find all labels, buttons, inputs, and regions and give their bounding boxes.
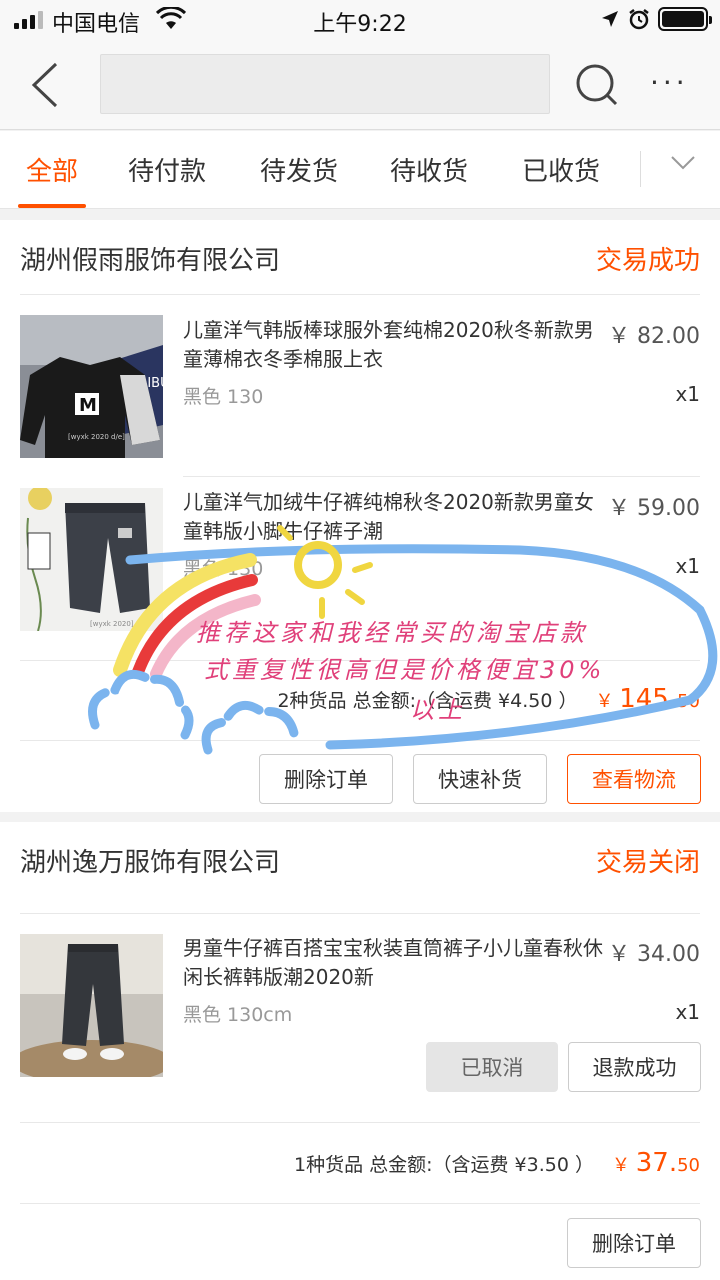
alarm-icon xyxy=(629,9,649,30)
search-icon[interactable] xyxy=(574,62,620,108)
product-name[interactable]: 儿童洋气加绒牛仔裤纯棉秋冬2020新款男童女童韩版小脚牛仔裤子潮 xyxy=(183,488,603,546)
product-spec: 黑色 130 xyxy=(183,558,264,580)
divider xyxy=(20,913,700,914)
tab-divider xyxy=(640,151,641,187)
cancelled-button[interactable]: 已取消 xyxy=(426,1042,558,1092)
quick-restock-button[interactable]: 快速补货 xyxy=(413,754,547,804)
tab-pending-payment[interactable]: 待付款 xyxy=(128,151,206,188)
product-spec: 黑色 130cm xyxy=(183,1004,293,1026)
delete-order-button[interactable]: 删除订单 xyxy=(259,754,393,804)
order-status: 交易成功 xyxy=(595,246,700,276)
search-input[interactable] xyxy=(100,54,550,114)
order-total: 1种货品 总金额:（含运费 ¥3.50 ） ￥ 37.50 xyxy=(294,1148,700,1178)
order-card: 湖州假雨服饰有限公司 交易成功 MALIBU M [wyxk 2020 d/e]… xyxy=(0,220,720,812)
view-logistics-button[interactable]: 查看物流 xyxy=(567,754,701,804)
nav-bar: ··· xyxy=(0,40,720,130)
product-qty: x1 xyxy=(675,382,700,406)
tab-received[interactable]: 已收货 xyxy=(522,151,600,188)
divider xyxy=(20,740,700,741)
shop-name[interactable]: 湖州逸万服饰有限公司 xyxy=(20,842,280,879)
order-summary: 2种货品 总金额:（含运费 ¥4.50 ） xyxy=(277,690,578,712)
total-integer: 37. xyxy=(635,1148,678,1178)
total-amount: ￥ 145.50 xyxy=(595,684,700,714)
product-qty: x1 xyxy=(675,554,700,578)
tab-pending-shipment[interactable]: 待发货 xyxy=(260,151,338,188)
divider xyxy=(20,1122,700,1123)
order-total: 2种货品 总金额:（含运费 ¥4.50 ） ￥ 145.50 xyxy=(277,684,700,714)
svg-text:[wyxk 2020 d/e]: [wyxk 2020 d/e] xyxy=(68,433,125,441)
divider xyxy=(20,660,700,661)
total-amount: ￥ 37.50 xyxy=(612,1148,700,1178)
svg-text:M: M xyxy=(79,395,97,416)
product-image-jacket[interactable]: MALIBU M [wyxk 2020 d/e] xyxy=(20,315,163,458)
order-summary: 1种货品 总金额:（含运费 ¥3.50 ） xyxy=(293,1154,594,1176)
divider xyxy=(20,1203,700,1204)
tab-all[interactable]: 全部 xyxy=(26,151,78,188)
back-icon[interactable] xyxy=(26,62,66,108)
product-qty: x1 xyxy=(675,1000,700,1024)
total-decimal: 50 xyxy=(677,1155,700,1176)
currency-symbol: ￥ xyxy=(612,1155,630,1176)
chevron-down-icon[interactable] xyxy=(670,155,696,171)
refund-success-button[interactable]: 退款成功 xyxy=(568,1042,701,1092)
status-bar: 中国电信 上午9:22 xyxy=(0,0,720,40)
divider xyxy=(20,294,700,295)
product-price: ￥ 34.00 xyxy=(608,942,700,967)
divider xyxy=(183,476,700,477)
order-tabs: 全部 待付款 待发货 待收货 已收货 xyxy=(0,131,720,209)
order-card: 湖州逸万服饰有限公司 交易关闭 男童牛仔裤百搭宝宝秋装直筒裤子小儿童春秋休闲长裤… xyxy=(0,822,720,1280)
total-integer: 145. xyxy=(619,684,678,714)
product-price: ￥ 59.00 xyxy=(608,496,700,521)
product-spec: 黑色 130 xyxy=(183,386,264,408)
product-price: ￥ 82.00 xyxy=(608,324,700,349)
total-decimal: 50 xyxy=(677,691,700,712)
currency-symbol: ￥ xyxy=(595,691,614,712)
shop-name[interactable]: 湖州假雨服饰有限公司 xyxy=(20,240,280,277)
order-status: 交易关闭 xyxy=(595,848,700,878)
product-name[interactable]: 男童牛仔裤百搭宝宝秋装直筒裤子小儿童春秋休闲长裤韩版潮2020新 xyxy=(183,934,603,992)
delete-order-button[interactable]: 删除订单 xyxy=(567,1218,701,1268)
location-icon xyxy=(602,11,618,27)
more-icon[interactable]: ··· xyxy=(650,66,689,99)
product-name[interactable]: 儿童洋气韩版棒球服外套纯棉2020秋冬新款男童薄棉衣冬季棉服上衣 xyxy=(183,316,603,374)
battery-icon xyxy=(658,7,712,31)
tab-pending-receipt[interactable]: 待收货 xyxy=(390,151,468,188)
svg-text:[wyxk 2020]: [wyxk 2020] xyxy=(90,620,134,628)
active-tab-indicator xyxy=(18,204,86,208)
product-image-jeans[interactable]: [wyxk 2020] xyxy=(20,488,163,631)
product-image-jeans[interactable] xyxy=(20,934,163,1077)
